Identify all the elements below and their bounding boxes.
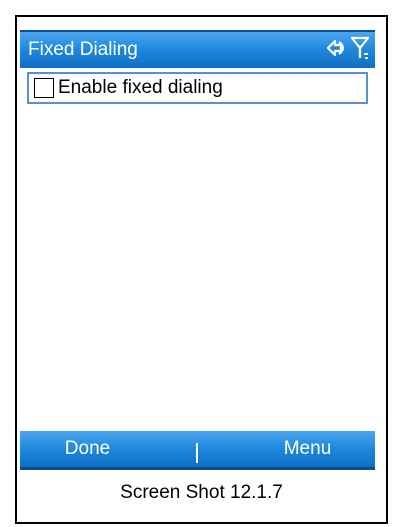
- menu-softkey[interactable]: Menu: [240, 431, 375, 467]
- page: Fixed Dialing Enable fixed dialing Done …: [0, 0, 396, 527]
- screenshot-caption: Screen Shot 12.1.7: [120, 482, 283, 503]
- done-softkey[interactable]: Done: [20, 431, 155, 467]
- status-icons: [325, 36, 370, 65]
- window-title: Fixed Dialing: [28, 39, 138, 60]
- softkey-bar: Done Menu: [20, 431, 375, 467]
- softkey-divider: [196, 443, 198, 463]
- title-bar: Fixed Dialing: [20, 32, 375, 68]
- enable-fixed-dialing-checkbox[interactable]: [34, 78, 54, 98]
- signal-strength-icon: [350, 36, 370, 65]
- content-area: Enable fixed dialing: [20, 68, 375, 428]
- phone-screen: Fixed Dialing Enable fixed dialing Done …: [20, 20, 375, 475]
- enable-fixed-dialing-option[interactable]: Enable fixed dialing: [27, 72, 368, 104]
- bottom-divider: [20, 467, 375, 470]
- data-connection-icon: [325, 37, 349, 64]
- enable-fixed-dialing-label: Enable fixed dialing: [58, 77, 223, 98]
